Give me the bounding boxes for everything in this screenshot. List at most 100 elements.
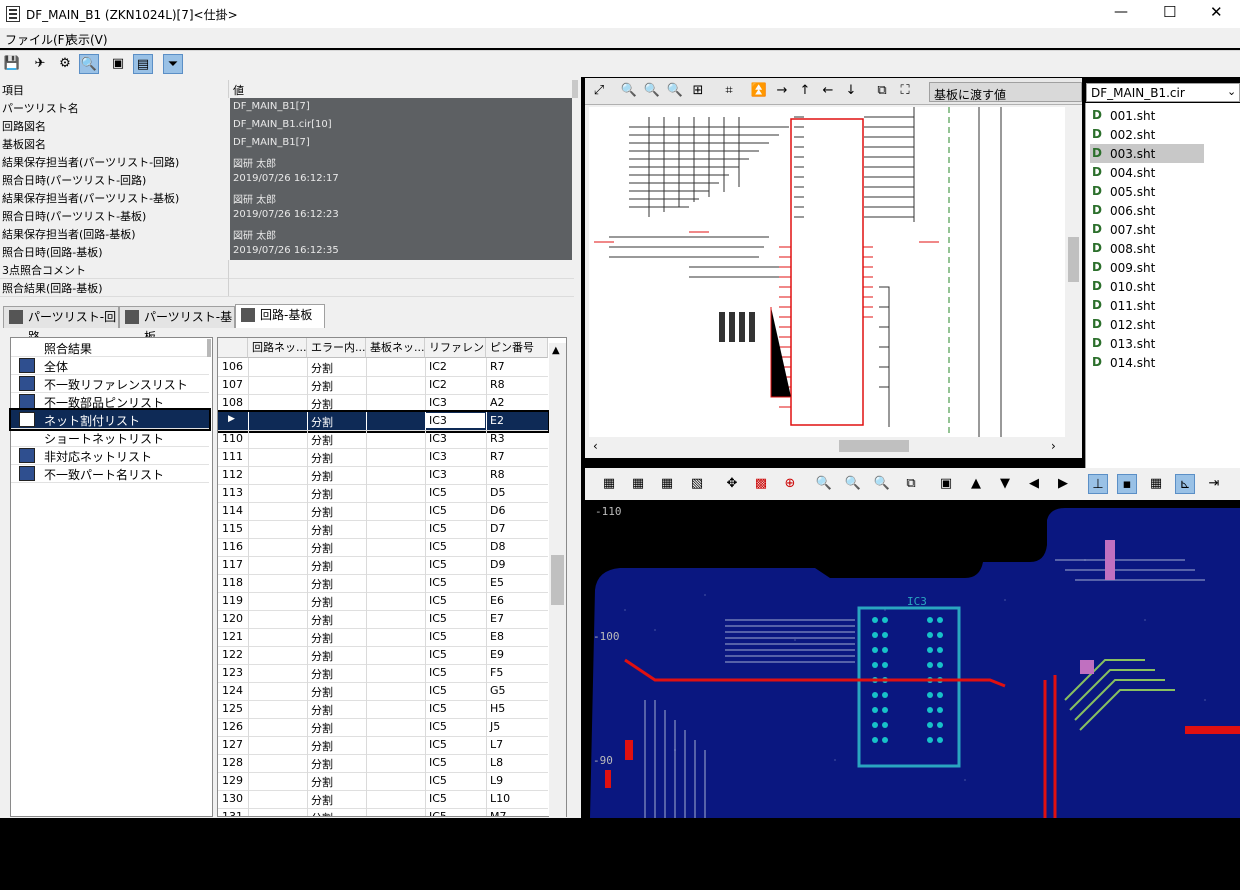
- table-row[interactable]: 119 分割 IC5 E6: [218, 592, 548, 611]
- property-row[interactable]: 基板図名 DF_MAIN_B1[7]: [0, 134, 574, 152]
- result-list-item[interactable]: 全体: [11, 356, 209, 375]
- sheet-item[interactable]: D 009.sht: [1090, 258, 1200, 277]
- table-row[interactable]: 128 分割 IC5 L8: [218, 754, 548, 773]
- pcb-snap-icon[interactable]: ⊥: [1088, 474, 1108, 494]
- property-scrollbar[interactable]: [572, 80, 578, 98]
- result-list-item[interactable]: ネット割付リスト: [9, 408, 211, 431]
- display-icon[interactable]: ▧: [687, 474, 707, 494]
- property-row[interactable]: 回路図名 DF_MAIN_B1.cir[10]: [0, 116, 574, 134]
- zoom-out-icon[interactable]: 🔍: [642, 81, 662, 101]
- sheet-item[interactable]: D 007.sht: [1090, 220, 1200, 239]
- sheet-item[interactable]: D 008.sht: [1090, 239, 1200, 258]
- pcb-axis-icon[interactable]: ⊾: [1175, 474, 1195, 494]
- table-row[interactable]: 115 分割 IC5 D7: [218, 520, 548, 539]
- scroll-up-arrow-icon[interactable]: ▲: [552, 345, 560, 356]
- table-row[interactable]: 120 分割 IC5 E7: [218, 610, 548, 629]
- zoom-fit-icon[interactable]: 🔍: [814, 474, 834, 494]
- tab-partslist-circuit[interactable]: パーツリスト-回路: [3, 306, 119, 344]
- select-icon[interactable]: ⌗: [719, 81, 739, 101]
- pcb-highlight-icon[interactable]: ▣: [936, 474, 956, 494]
- table-row[interactable]: 113 分割 IC5 D5: [218, 484, 548, 503]
- grid-scroll-thumb[interactable]: [551, 555, 564, 605]
- fullscreen-icon[interactable]: ⛶: [895, 81, 915, 101]
- grid-column-header[interactable]: 回路ネッ...: [248, 338, 307, 358]
- pcb-point-icon[interactable]: ▪: [1117, 474, 1137, 494]
- table-row[interactable]: 118 分割 IC5 E5: [218, 574, 548, 593]
- pcb-view[interactable]: -110 -100 -90 IC3: [585, 500, 1240, 818]
- property-row[interactable]: 照合日時(パーツリスト-基板) 2019/07/26 16:12:23: [0, 206, 574, 224]
- menu-view[interactable]: 表示(V): [66, 31, 108, 48]
- sheet-item[interactable]: D 001.sht: [1090, 106, 1200, 125]
- table-row[interactable]: 122 分割 IC5 E9: [218, 646, 548, 665]
- pcb-zoom-in-icon[interactable]: 🔍: [843, 474, 863, 494]
- layer-down-icon[interactable]: ▦: [657, 474, 677, 494]
- table-row[interactable]: 108 分割 IC3 A2: [218, 394, 548, 413]
- close-button[interactable]: ✕: [1210, 3, 1223, 21]
- sheet-item[interactable]: D 012.sht: [1090, 315, 1200, 334]
- sheet-item[interactable]: D 014.sht: [1090, 353, 1200, 372]
- property-row[interactable]: 照合結果(回路-基板): [0, 278, 574, 297]
- table-row[interactable]: 112 分割 IC3 R8: [218, 466, 548, 485]
- table-row[interactable]: 121 分割 IC5 E8: [218, 628, 548, 647]
- result-list-item[interactable]: ショートネットリスト: [11, 428, 209, 447]
- sheet-item[interactable]: D 013.sht: [1090, 334, 1200, 353]
- property-row[interactable]: 照合日時(回路-基板) 2019/07/26 16:12:35: [0, 242, 574, 260]
- table-row[interactable]: 110 分割 IC3 R3: [218, 430, 548, 449]
- select-pcb-icon[interactable]: ✥: [722, 474, 742, 494]
- schematic-vscroll-thumb[interactable]: [1068, 237, 1079, 282]
- table-row[interactable]: 106 分割 IC2 R7: [218, 358, 548, 377]
- grid-column-header[interactable]: 基板ネッ...: [366, 338, 425, 358]
- result-list-item[interactable]: 不一致部品ピンリスト: [11, 392, 209, 411]
- save-icon[interactable]: 💾: [2, 54, 22, 74]
- schematic-hscroll-thumb[interactable]: [839, 440, 909, 452]
- pcb-zoom-out-icon[interactable]: 🔍: [872, 474, 892, 494]
- sheet-dropdown[interactable]: DF_MAIN_B1.cir ⌄: [1086, 83, 1240, 102]
- pcb-left-icon[interactable]: ◀: [1024, 474, 1044, 494]
- pcb-grid-icon[interactable]: ▦: [1146, 474, 1166, 494]
- window-icon[interactable]: ⧉: [872, 81, 892, 101]
- down-arrow-icon[interactable]: ↓: [841, 81, 861, 101]
- sheet-item[interactable]: D 005.sht: [1090, 182, 1200, 201]
- grid-column-header[interactable]: リファレンス: [425, 338, 486, 358]
- layer-up-icon[interactable]: ▦: [628, 474, 648, 494]
- zoom-in-icon[interactable]: 🔍: [619, 81, 639, 101]
- right-arrow-icon[interactable]: →: [772, 81, 792, 101]
- part-search-icon[interactable]: ▤: [133, 54, 153, 74]
- minimize-button[interactable]: —: [1114, 4, 1128, 20]
- left-arrow-icon[interactable]: ←: [818, 81, 838, 101]
- property-row[interactable]: 3点照合コメント: [0, 260, 574, 279]
- table-row[interactable]: 129 分割 IC5 L9: [218, 772, 548, 791]
- component-search-icon[interactable]: ⚙: [55, 54, 75, 74]
- table-row[interactable]: 116 分割 IC5 D8: [218, 538, 548, 557]
- property-row[interactable]: 結果保存担当者(回路-基板) 図研 太郎: [0, 224, 574, 242]
- pcb-right-icon[interactable]: ▶: [1053, 474, 1073, 494]
- part-icon[interactable]: ▣: [108, 54, 128, 74]
- table-row[interactable]: 117 分割 IC5 D9: [218, 556, 548, 575]
- result-list-item[interactable]: 不一致リファレンスリスト: [11, 374, 209, 393]
- target-icon[interactable]: ⊕: [780, 474, 800, 494]
- sheet-item[interactable]: D 010.sht: [1090, 277, 1200, 296]
- net-search-icon[interactable]: 🔍: [79, 54, 99, 74]
- pcb-window-icon[interactable]: ⧉: [901, 474, 921, 494]
- menu-file[interactable]: ファイル(F): [5, 31, 69, 48]
- table-row[interactable]: 124 分割 IC5 G5: [218, 682, 548, 701]
- expand-icon[interactable]: ⤢: [589, 81, 609, 101]
- up-arrow-icon[interactable]: ↑: [795, 81, 815, 101]
- grid-column-header[interactable]: エラー内...: [307, 338, 366, 358]
- table-row[interactable]: ▶ 分割 IC3 E2: [218, 410, 550, 433]
- schematic-hscrollbar[interactable]: ‹ ›: [589, 437, 1065, 455]
- schematic-canvas[interactable]: [589, 107, 1065, 437]
- layer-icon[interactable]: ▦: [599, 474, 619, 494]
- table-row[interactable]: 123 分割 IC5 F5: [218, 664, 548, 683]
- pcb-down-icon[interactable]: ▼: [995, 474, 1015, 494]
- sheet-item[interactable]: D 003.sht: [1090, 144, 1204, 163]
- zoom-area-icon[interactable]: 🔍: [665, 81, 685, 101]
- property-row[interactable]: 結果保存担当者(パーツリスト-基板) 図研 太郎: [0, 188, 574, 206]
- tab-partslist-board[interactable]: パーツリスト-基板: [119, 306, 235, 344]
- property-row[interactable]: パーツリスト名 DF_MAIN_B1[7]: [0, 98, 574, 116]
- sheet-item[interactable]: D 011.sht: [1090, 296, 1200, 315]
- schematic-value-dropdown[interactable]: 基板に渡す値: [929, 82, 1082, 102]
- component-icon[interactable]: ▩: [751, 474, 771, 494]
- maximize-button[interactable]: ☐: [1163, 3, 1176, 21]
- table-row[interactable]: 126 分割 IC5 J5: [218, 718, 548, 737]
